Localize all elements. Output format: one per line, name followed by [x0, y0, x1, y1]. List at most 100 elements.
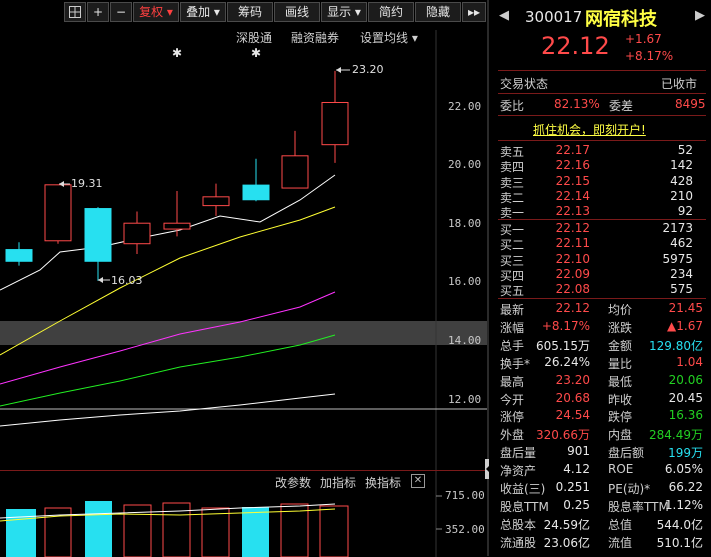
order-price: 22.08	[555, 282, 590, 297]
order-volume: 575	[670, 282, 693, 297]
order-price: 22.11	[555, 236, 590, 251]
quote-label: 今开	[500, 392, 525, 407]
quote-value: 26.24%	[544, 354, 590, 369]
prev-stock-icon[interactable]: ◀	[499, 8, 509, 23]
quote-label: 最新	[500, 303, 525, 317]
quote-value: 605.15万	[536, 338, 590, 353]
quote-value: 66.22	[668, 480, 703, 494]
quote-row: 换手* 26.24% 量比 1.04	[489, 354, 711, 372]
order-ratio-row: 委比 82.13% 委差 8495	[500, 97, 706, 113]
candlestick-plot	[0, 30, 487, 470]
quote-row: 股息TTM 0.25 股息率TTM 1.12%	[489, 497, 711, 515]
quote-value: 20.45	[668, 390, 703, 405]
volume-plot	[0, 471, 442, 557]
quote-value: 901	[567, 444, 590, 459]
quote-value: 24.54	[555, 408, 590, 423]
buy-order-row[interactable]: 买五 22.08 575	[489, 281, 711, 299]
quote-value: 320.66万	[536, 428, 590, 443]
order-volume: 428	[670, 173, 693, 188]
quote-value: 1.12%	[664, 497, 703, 512]
quote-label: 外盘	[500, 428, 525, 443]
stock-name: 网宿科技	[585, 9, 657, 30]
volume-pane: 改参数 加指标 换指标 ✕ 715.00 352.00	[0, 470, 487, 557]
candle-body	[5, 249, 33, 262]
price-axis-label: 12.00	[448, 393, 482, 406]
quote-label: 昨收	[608, 392, 633, 407]
quote-row: 总手 605.15万 金额 129.80亿	[489, 336, 711, 354]
quote-row: 盘后量 901 盘后额 199万	[489, 443, 711, 461]
quote-value: 199万	[668, 446, 703, 461]
quote-value: 6.05%	[664, 462, 703, 477]
quote-label: 盘后量	[500, 446, 537, 461]
order-price: 22.16	[555, 158, 590, 173]
price-axis-label: 18.00	[448, 217, 482, 230]
quote-label: PE(动)*	[608, 482, 651, 496]
order-volume: 142	[670, 158, 693, 173]
price-axis-label: 20.00	[448, 158, 482, 171]
quote-value: 0.251	[555, 480, 590, 494]
mid-high-price-label: 19.31	[71, 177, 103, 190]
quote-row: 流通股 23.06亿 流值 510.1亿	[489, 533, 711, 551]
candle-body	[242, 184, 270, 201]
order-volume: 5975	[662, 251, 693, 266]
quote-row: 净资产 4.12 ROE 6.05%	[489, 461, 711, 479]
quote-value: 20.06	[668, 372, 703, 387]
order-level-label: 买五	[500, 284, 525, 299]
quote-label: 总值	[608, 517, 633, 532]
quote-value: 23.20	[555, 372, 590, 387]
order-volume: 462	[670, 236, 693, 251]
quote-label: 涨跌	[608, 320, 633, 335]
quote-label: ROE	[608, 462, 634, 477]
quote-value: 544.0亿	[656, 517, 703, 532]
quote-value: 510.1亿	[656, 535, 703, 550]
quote-row: 最高 23.20 最低 20.06	[489, 372, 711, 390]
quote-value: 22.12	[555, 301, 590, 315]
quote-label: 流通股	[500, 535, 537, 550]
quote-value: 23.06亿	[543, 535, 590, 550]
quote-value: 21.45	[668, 301, 703, 315]
current-price: 22.12	[541, 32, 610, 60]
quote-value: 1.04	[676, 354, 703, 369]
price-change: +1.67	[625, 32, 662, 46]
candle-body	[202, 196, 230, 207]
order-price: 22.14	[555, 188, 590, 203]
ma30-line	[0, 334, 336, 407]
ma60-line	[0, 393, 336, 427]
volume-axis-label: 352.00	[445, 523, 485, 536]
kline-chart-area[interactable]: + − 复权 ▾ 叠加 ▾ 筹码 画线 显示 ▾ 简约 隐藏 ▸▸ 深股通 融资…	[0, 0, 487, 557]
quote-row: 涨幅 +8.17% 涨跌 ▲1.67	[489, 318, 711, 336]
price-axis-label: 16.00	[448, 275, 482, 288]
order-volume: 234	[670, 266, 693, 281]
quote-label: 涨幅	[500, 320, 525, 335]
order-volume: 92	[677, 204, 693, 219]
quote-row: 收益(三) 0.251 PE(动)* 66.22	[489, 479, 711, 497]
quote-label: 量比	[608, 356, 633, 371]
quote-row: 最新 22.12 均价 21.45	[489, 300, 711, 318]
order-volume: 52	[677, 143, 693, 157]
quote-label: 换手*	[500, 356, 531, 371]
quote-panel: ◀ 300017 网宿科技 ▶ 22.12 +1.67 +8.17% 交易状态 …	[489, 0, 711, 556]
chip-band	[0, 321, 487, 345]
quote-row: 今开 20.68 昨收 20.45	[489, 390, 711, 408]
open-account-banner[interactable]: 抓住机会，即刻开户!	[533, 121, 646, 138]
quote-label: 跌停	[608, 410, 633, 425]
quote-label: 内盘	[608, 428, 633, 443]
quote-value: 16.36	[668, 408, 703, 423]
quote-row: 涨停 24.54 跌停 16.36	[489, 407, 711, 425]
quote-label: 最高	[500, 374, 525, 389]
quote-value: ▲1.67	[667, 318, 703, 333]
next-stock-icon[interactable]: ▶	[695, 8, 705, 23]
order-price: 22.09	[555, 266, 590, 281]
high-annotation	[336, 67, 350, 73]
quote-value: 20.68	[555, 390, 590, 405]
quote-label: 总股本	[500, 517, 537, 532]
quote-value: 4.12	[563, 462, 590, 477]
quote-value: 24.59亿	[543, 517, 590, 532]
order-price: 22.13	[555, 204, 590, 219]
quote-row: 总股本 24.59亿 总值 544.0亿	[489, 515, 711, 533]
quote-value: 129.80亿	[649, 338, 703, 353]
candle-body	[123, 222, 151, 245]
low-annotation	[98, 277, 110, 283]
quote-value: 284.49万	[649, 428, 703, 443]
volume-axis-label: 715.00	[445, 489, 485, 502]
